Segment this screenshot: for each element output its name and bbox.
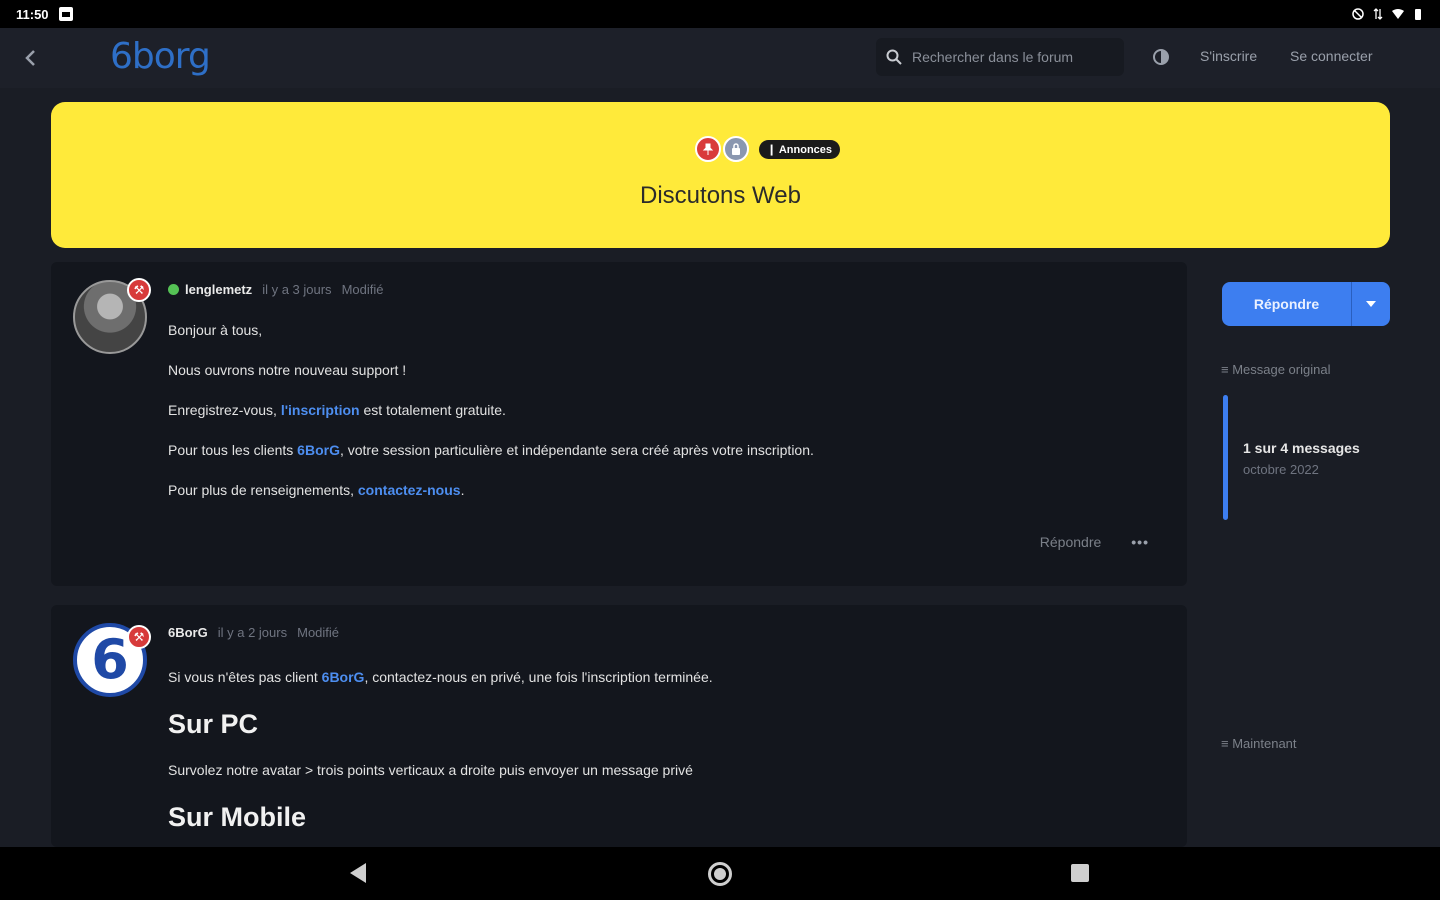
more-options-icon[interactable]: ••• <box>1131 534 1149 550</box>
search-box[interactable] <box>876 38 1124 76</box>
post-content: Bonjour à tous, Nous ouvrons notre nouve… <box>168 322 814 522</box>
timeline-count: 1 sur 4 messages <box>1243 440 1360 456</box>
post-text: Pour tous les clients 6BorG, votre sessi… <box>168 442 814 458</box>
topic-status-icons: ❙ Annonces <box>695 136 841 162</box>
6borg-link[interactable]: 6BorG <box>322 669 365 685</box>
status-icons <box>1352 8 1424 20</box>
register-link[interactable]: S'inscrire <box>1200 48 1257 64</box>
post-text: Nous ouvrons notre nouveau support ! <box>168 362 407 378</box>
post-heading: Sur Mobile <box>168 802 307 832</box>
data-icon <box>1373 8 1383 20</box>
pinned-icon <box>695 136 721 162</box>
caret-down-icon <box>1366 301 1376 307</box>
notification-icon <box>58 7 73 21</box>
post: ⚒ lenglemetz il y a 3 jours Modifié Bonj… <box>51 262 1187 586</box>
timeline-date: octobre 2022 <box>1243 462 1319 477</box>
jump-now[interactable]: ≡ Maintenant <box>1221 736 1297 751</box>
post-text: Survolez notre avatar > trois points ver… <box>168 762 693 778</box>
post-author[interactable]: lenglemetz <box>185 282 252 297</box>
post-modified: Modifié <box>297 625 340 640</box>
online-status-icon <box>168 284 179 295</box>
post-meta: 6BorG il y a 2 jours Modifié <box>168 625 339 640</box>
do-not-disturb-icon <box>1352 8 1364 20</box>
reply-split-button: Répondre <box>1222 282 1390 326</box>
login-link[interactable]: Se connecter <box>1290 48 1373 64</box>
post-meta: lenglemetz il y a 3 jours Modifié <box>168 282 383 297</box>
locked-icon <box>723 136 749 162</box>
android-status-bar: 11:50 <box>0 0 1440 28</box>
android-nav-bar <box>0 847 1440 900</box>
6borg-link[interactable]: 6BorG <box>297 442 340 458</box>
reply-button[interactable]: Répondre <box>1222 282 1352 326</box>
post-time[interactable]: il y a 3 jours <box>262 282 331 297</box>
contact-link[interactable]: contactez-nous <box>358 482 461 498</box>
post-reply-button[interactable]: Répondre <box>1040 534 1102 550</box>
search-input[interactable] <box>912 49 1112 65</box>
6borg-logo-icon: 6 <box>91 628 129 691</box>
post-text: Enregistrez-vous, l'inscription est tota… <box>168 402 506 418</box>
nav-home-icon[interactable] <box>708 862 732 886</box>
registration-link[interactable]: l'inscription <box>281 402 360 418</box>
post-content: Si vous n'êtes pas client 6BorG, contact… <box>168 669 713 855</box>
post-text: Bonjour à tous, <box>168 322 263 338</box>
forum-header: 6borg S'inscrire Se connecter <box>0 28 1440 88</box>
chevron-left-icon <box>25 50 35 66</box>
nav-back-icon[interactable] <box>350 863 366 883</box>
wifi-icon <box>1392 9 1404 19</box>
battery-icon <box>1415 9 1421 20</box>
theme-toggle-icon[interactable] <box>1150 46 1172 68</box>
post-modified: Modifié <box>341 282 384 297</box>
category-banner: ❙ Annonces Discutons Web <box>51 102 1390 248</box>
post: 6 ⚒ 6BorG il y a 2 jours Modifié Si vous… <box>51 605 1187 847</box>
topic-title: Discutons Web <box>640 182 801 209</box>
search-icon <box>886 49 902 65</box>
reply-dropdown-button[interactable] <box>1352 282 1390 326</box>
moderator-wrench-icon: ⚒ <box>127 278 151 302</box>
post-text: Pour plus de renseignements, contactez-n… <box>168 482 465 498</box>
post-actions: Répondre ••• <box>1040 534 1149 550</box>
nav-recents-icon[interactable] <box>1071 864 1089 882</box>
status-time: 11:50 <box>16 6 49 22</box>
site-logo[interactable]: 6borg <box>110 36 211 77</box>
timeline-scrollbar[interactable] <box>1223 395 1228 520</box>
post-text: Si vous n'êtes pas client 6BorG, contact… <box>168 669 713 685</box>
back-button[interactable] <box>14 44 46 72</box>
post-time[interactable]: il y a 2 jours <box>218 625 287 640</box>
post-author[interactable]: 6BorG <box>168 625 208 640</box>
jump-original-message[interactable]: ≡ Message original <box>1221 362 1330 377</box>
moderator-wrench-icon: ⚒ <box>127 625 151 649</box>
category-tag[interactable]: ❙ Annonces <box>759 139 841 159</box>
post-heading: Sur PC <box>168 709 259 739</box>
